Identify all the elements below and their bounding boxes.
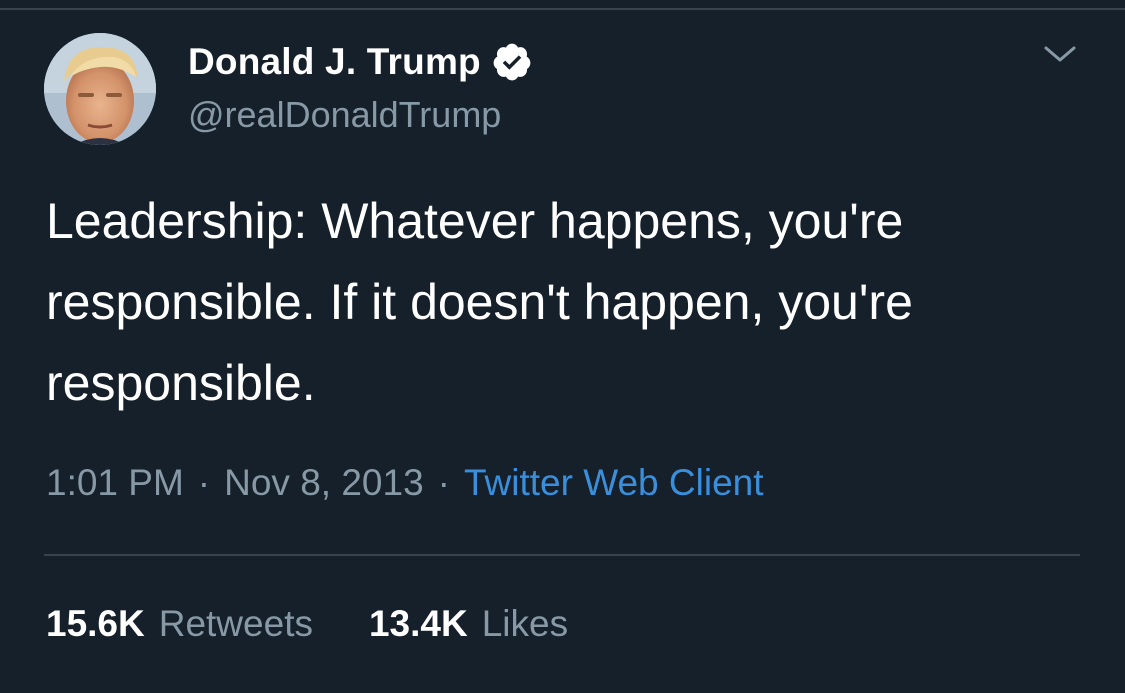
likes-stat[interactable]: 13.4K Likes bbox=[369, 603, 568, 645]
tweet-text: Leadership: Whatever happens, you're res… bbox=[46, 193, 913, 411]
meta-separator: · bbox=[437, 462, 450, 503]
tweet-meta: 1:01 PM · Nov 8, 2013 · Twitter Web Client bbox=[46, 462, 764, 504]
likes-label: Likes bbox=[481, 603, 569, 644]
tweet-source-link[interactable]: Twitter Web Client bbox=[464, 462, 764, 503]
meta-separator: · bbox=[197, 462, 211, 503]
tweet-card: Donald J. Trump @realDonaldTrump Leaders… bbox=[0, 0, 1125, 693]
tweet-date[interactable]: Nov 8, 2013 bbox=[224, 462, 424, 503]
author-handle[interactable]: @realDonaldTrump bbox=[188, 94, 501, 136]
avatar-image bbox=[44, 33, 156, 145]
retweets-count: 15.6K bbox=[46, 603, 145, 644]
likes-count: 13.4K bbox=[368, 603, 468, 644]
avatar[interactable] bbox=[44, 33, 156, 145]
verified-badge-icon bbox=[491, 41, 533, 83]
retweets-stat[interactable]: 15.6K Retweets bbox=[46, 603, 313, 645]
tweet-time[interactable]: 1:01 PM bbox=[46, 462, 184, 503]
author-name-row: Donald J. Trump bbox=[188, 38, 533, 86]
chevron-down-icon[interactable] bbox=[1040, 38, 1080, 74]
top-divider bbox=[0, 0, 1125, 10]
retweets-label: Retweets bbox=[158, 603, 313, 644]
tweet-stats: 15.6K Retweets 13.4K Likes bbox=[46, 603, 624, 645]
stats-divider bbox=[44, 554, 1080, 556]
author-display-name[interactable]: Donald J. Trump bbox=[188, 41, 481, 83]
